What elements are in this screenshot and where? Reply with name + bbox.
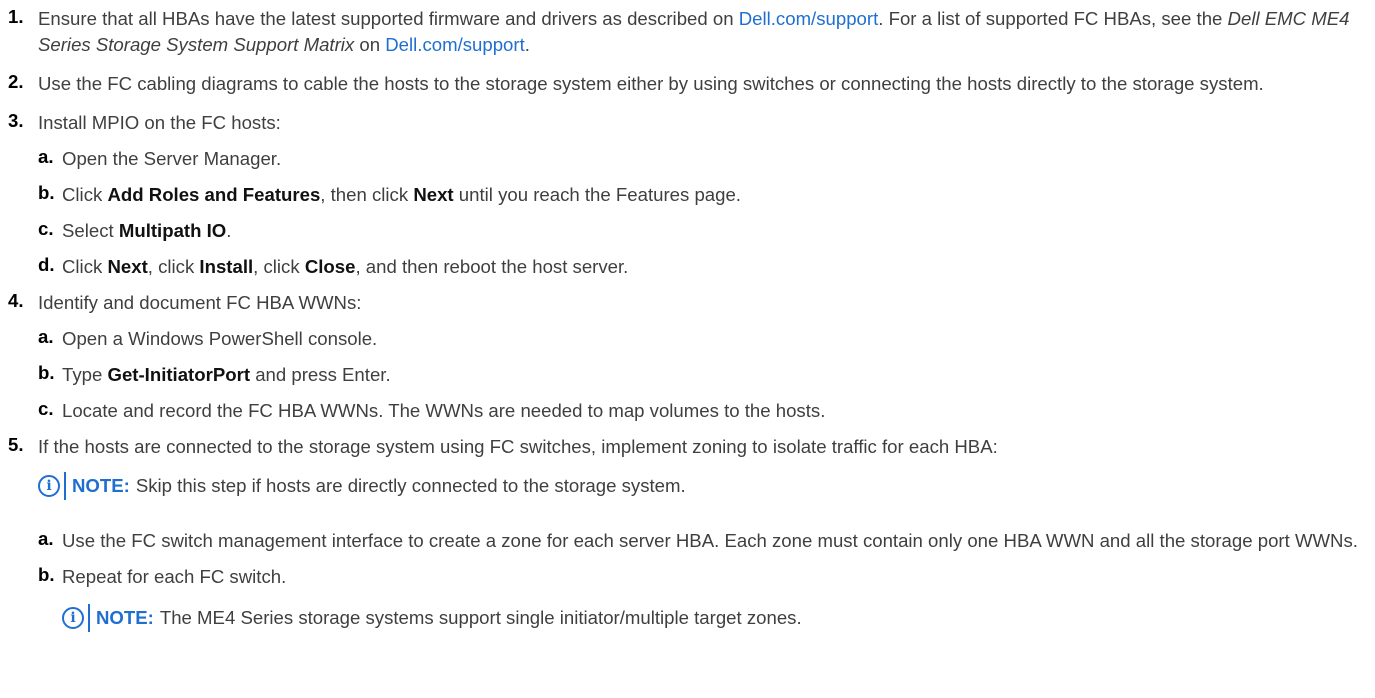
ui-term: Close (304, 256, 356, 277)
substep-text: Type Get-InitiatorPort and press Enter. (62, 362, 1375, 388)
substep: b. Repeat for each FC switch. (38, 564, 1375, 590)
step-1-text-part: on (354, 34, 386, 55)
substep-letter: b. (38, 182, 55, 203)
substep-letter: d. (38, 254, 55, 275)
step-5-body: i NOTE: Skip this step if hosts are dire… (8, 472, 1375, 632)
step-text: Identify and document FC HBA WWNs: (38, 292, 362, 313)
step-1-text-part: Ensure that all HBAs have the latest sup… (38, 8, 739, 29)
step-3-substeps: a. Open the Server Manager. b. Click Add… (8, 146, 1375, 280)
step-1-text-part: . For a list of supported FC HBAs, see t… (878, 8, 1228, 29)
ui-term: Install (199, 256, 254, 277)
step-text: Use the FC cabling diagrams to cable the… (38, 73, 1264, 94)
step-2: 2. Use the FC cabling diagrams to cable … (8, 71, 1375, 97)
substep-letter: a. (38, 528, 54, 549)
substep: a. Open a Windows PowerShell console. (38, 326, 1375, 352)
command-term: Get-InitiatorPort (107, 364, 251, 385)
substep: b. Type Get-InitiatorPort and press Ente… (38, 362, 1375, 388)
note-text: The ME4 Series storage systems support s… (159, 607, 802, 628)
substep: c. Select Multipath IO. (38, 218, 1375, 244)
note-callout: i NOTE: The ME4 Series storage systems s… (62, 604, 1375, 632)
step-number: 3. (8, 110, 24, 131)
substep: a. Use the FC switch management interfac… (38, 528, 1375, 554)
step-3: 3. Install MPIO on the FC hosts: (8, 110, 1375, 136)
substep-text: Use the FC switch management interface t… (62, 530, 1358, 551)
substep-letter: c. (38, 398, 54, 419)
substep-text: Click Next, click Install, click Close, … (62, 254, 1375, 280)
note-label: NOTE: (72, 475, 130, 496)
substep-text-part: , click (147, 256, 200, 277)
substep: b. Click Add Roles and Features, then cl… (38, 182, 1375, 208)
step-4: 4. Identify and document FC HBA WWNs: (8, 290, 1375, 316)
note-text: Skip this step if hosts are directly con… (135, 475, 686, 496)
substep-letter: c. (38, 218, 54, 239)
substep: a. Open the Server Manager. (38, 146, 1375, 172)
dell-support-link[interactable]: Dell.com/support (385, 34, 525, 55)
substep-letter: b. (38, 362, 55, 383)
step-number: 5. (8, 434, 24, 455)
step-number: 4. (8, 290, 24, 311)
step-text: Ensure that all HBAs have the latest sup… (38, 6, 1375, 58)
ui-term: Multipath IO (118, 220, 227, 241)
substep-text-part: Click (62, 256, 108, 277)
substep-text: Open the Server Manager. (62, 148, 282, 169)
substep-text-part: , and then reboot the host server. (355, 256, 629, 277)
ui-term: Next (413, 184, 454, 205)
substep-text-part: Click (62, 184, 108, 205)
document-page: 1. Ensure that all HBAs have the latest … (0, 0, 1375, 632)
step-1-text-part: . (524, 34, 530, 55)
note-divider (88, 604, 90, 632)
substep-text-part: , click (253, 256, 305, 277)
substep-text-part: , then click (320, 184, 414, 205)
step-number: 2. (8, 71, 24, 92)
substep-text: Locate and record the FC HBA WWNs. The W… (62, 400, 826, 421)
info-icon: i (62, 607, 84, 629)
info-icon: i (38, 475, 60, 497)
step-4-substeps: a. Open a Windows PowerShell console. b.… (8, 326, 1375, 424)
step-text: Install MPIO on the FC hosts: (38, 112, 281, 133)
substep-text-part: and press Enter. (250, 364, 391, 385)
note-label: NOTE: (96, 607, 154, 628)
substep-text-part: until you reach the Features page. (453, 184, 741, 205)
ui-term: Next (107, 256, 148, 277)
note-divider (64, 472, 66, 500)
substep-text-part: . (226, 220, 232, 241)
step-text: If the hosts are connected to the storag… (38, 436, 998, 457)
substep-text: Select Multipath IO. (62, 218, 1375, 244)
substep-text-part: Type (62, 364, 108, 385)
substep-letter: b. (38, 564, 55, 585)
step-1: 1. Ensure that all HBAs have the latest … (8, 6, 1375, 58)
substep-letter: a. (38, 146, 54, 167)
substep: c. Locate and record the FC HBA WWNs. Th… (38, 398, 1375, 424)
step-number: 1. (8, 6, 24, 27)
ui-term: Add Roles and Features (107, 184, 321, 205)
dell-support-link[interactable]: Dell.com/support (739, 8, 879, 29)
substep: d. Click Next, click Install, click Clos… (38, 254, 1375, 280)
substep-text-part: Select (62, 220, 119, 241)
substep-text: Repeat for each FC switch. (62, 566, 287, 587)
step-5: 5. If the hosts are connected to the sto… (8, 434, 1375, 460)
note-callout: i NOTE: Skip this step if hosts are dire… (38, 472, 1375, 500)
substep-letter: a. (38, 326, 54, 347)
substep-text: Open a Windows PowerShell console. (62, 328, 378, 349)
substep-text: Click Add Roles and Features, then click… (62, 182, 1375, 208)
